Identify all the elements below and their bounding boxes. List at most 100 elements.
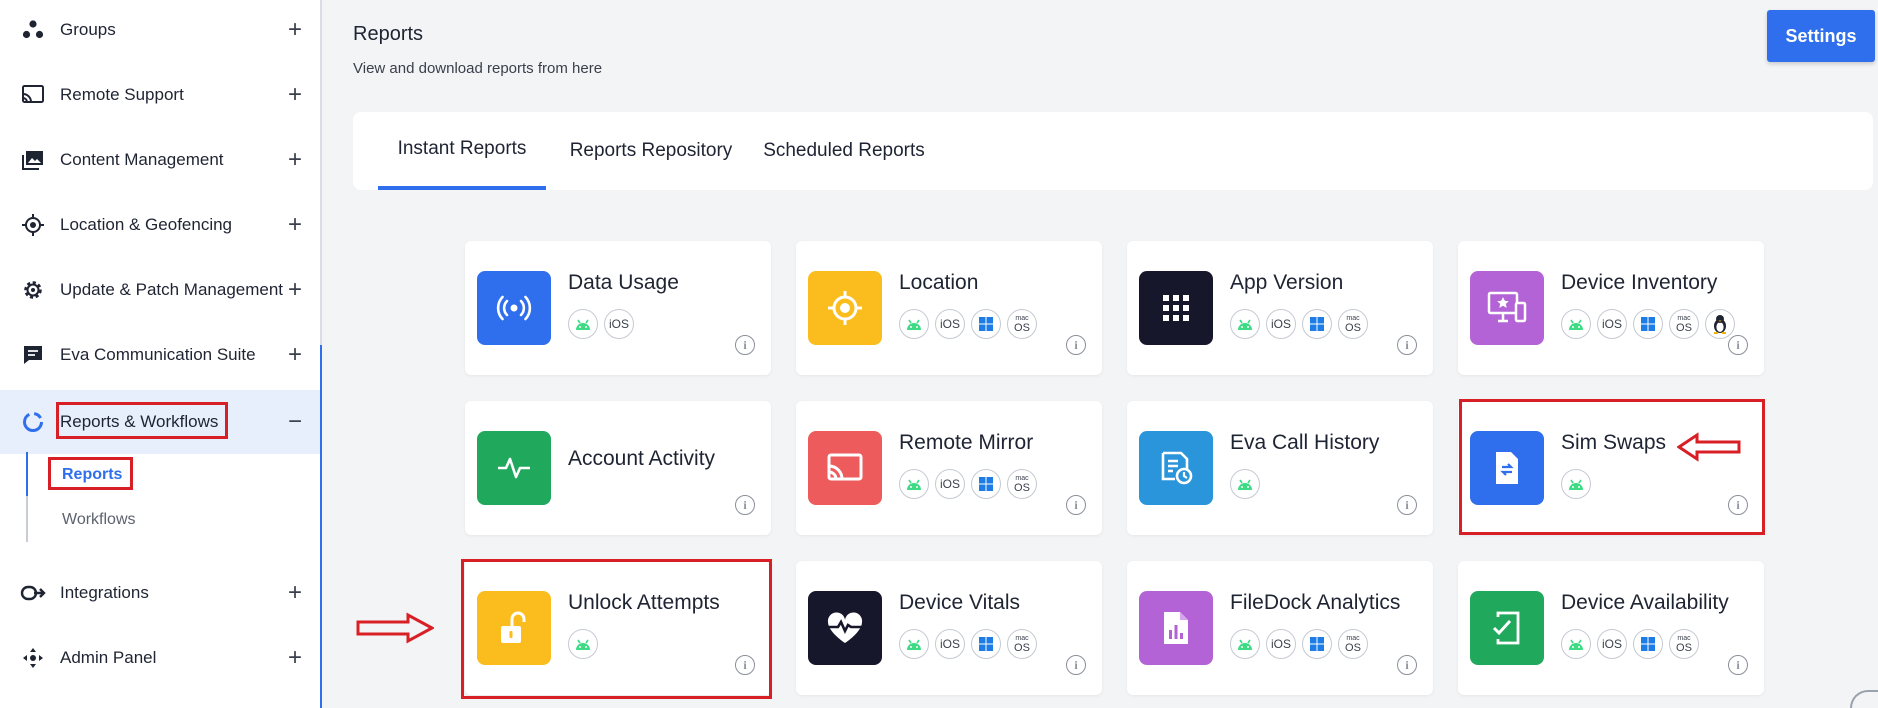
android-icon [576, 639, 590, 650]
sidebar-item-remote-support[interactable]: Remote Support + [0, 66, 320, 124]
expand-icon[interactable]: + [288, 18, 302, 42]
platform-badge-ios: iOS [935, 469, 965, 499]
info-icon[interactable]: i [1728, 655, 1748, 675]
macos-label-top: mac [1015, 474, 1029, 482]
submenu-item-workflows[interactable]: Workflows [62, 511, 136, 529]
platform-badges [568, 629, 598, 659]
expand-icon[interactable]: + [288, 148, 302, 172]
platform-badge-ios: iOS [1597, 629, 1627, 659]
platform-badge-android [1561, 469, 1591, 499]
report-card-account-activity[interactable]: Account Activity i [465, 401, 771, 535]
report-card-device-vitals[interactable]: Device Vitals iOS mac OS i [796, 561, 1102, 695]
platform-badge-android [899, 309, 929, 339]
sidebar-item-location-geofencing[interactable]: Location & Geofencing + [0, 196, 320, 254]
android-icon [907, 639, 921, 650]
android-icon [1569, 639, 1583, 650]
info-icon[interactable]: i [735, 335, 755, 355]
linux-icon [1714, 315, 1726, 334]
report-card-title: Device Vitals [899, 591, 1020, 614]
expand-icon[interactable]: + [288, 83, 302, 107]
sidebar: Groups + Remote Support + Content Manage… [0, 0, 322, 708]
report-card-data-usage[interactable]: Data Usage iOS i [465, 241, 771, 375]
platform-badge-android [1230, 469, 1260, 499]
android-icon [1238, 639, 1252, 650]
platform-badge-android [1230, 629, 1260, 659]
ios-label: iOS [939, 317, 960, 331]
unlock-icon [477, 591, 551, 665]
info-icon[interactable]: i [1728, 495, 1748, 515]
macos-label-bottom: OS [1676, 321, 1692, 334]
expand-icon[interactable]: + [288, 213, 302, 237]
sidebar-item-label: Integrations [60, 583, 149, 602]
file-chart-icon [1139, 591, 1213, 665]
platform-badge-android [899, 469, 929, 499]
expand-icon[interactable]: + [288, 646, 302, 670]
sidebar-item-admin-panel[interactable]: Admin Panel + [0, 629, 320, 687]
expand-icon[interactable]: + [288, 581, 302, 605]
sidebar-item-content-management[interactable]: Content Management + [0, 131, 320, 189]
platform-badge-ios: iOS [935, 309, 965, 339]
info-icon[interactable]: i [1397, 655, 1417, 675]
page-title: Reports [353, 23, 424, 45]
tab-instant-reports[interactable]: Instant Reports [378, 112, 546, 190]
platform-badge-windows [1302, 309, 1332, 339]
sidebar-item-label: Location & Geofencing [60, 215, 233, 234]
active-indicator [26, 452, 28, 496]
sidebar-item-integrations[interactable]: Integrations + [0, 564, 320, 622]
info-icon[interactable]: i [1397, 335, 1417, 355]
heartbeat-icon [808, 591, 882, 665]
report-card-app-version[interactable]: App Version iOS mac OS i [1127, 241, 1433, 375]
sidebar-item-reports-workflows[interactable]: Reports & Workflows − [0, 390, 320, 454]
info-icon[interactable]: i [735, 495, 755, 515]
report-card-title: Device Availability [1561, 591, 1729, 614]
platform-badge-windows [1633, 629, 1663, 659]
info-icon[interactable]: i [735, 655, 755, 675]
report-card-filedock-analytics[interactable]: FileDock Analytics iOS mac OS i [1127, 561, 1433, 695]
windows-icon [979, 637, 993, 651]
windows-icon [1310, 317, 1324, 331]
report-card-device-availability[interactable]: Device Availability iOS mac OS i [1458, 561, 1764, 695]
platform-badges: iOS [568, 309, 634, 339]
expand-icon[interactable]: + [288, 278, 302, 302]
macos-label-bottom: OS [1345, 321, 1361, 334]
info-icon[interactable]: i [1066, 655, 1086, 675]
report-card-sim-swaps[interactable]: Sim Swaps i [1458, 401, 1764, 535]
platform-badge-macos: mac OS [1007, 629, 1037, 659]
info-icon[interactable]: i [1728, 335, 1748, 355]
expand-icon[interactable]: + [288, 343, 302, 367]
windows-icon [979, 477, 993, 491]
report-card-eva-call-history[interactable]: Eva Call History i [1127, 401, 1433, 535]
sidebar-item-groups[interactable]: Groups + [0, 1, 320, 59]
report-card-device-inventory[interactable]: Device Inventory iOS mac OS i [1458, 241, 1764, 375]
android-icon [1238, 479, 1252, 490]
info-icon[interactable]: i [1397, 495, 1417, 515]
sidebar-item-update-patch[interactable]: Update & Patch Management + [0, 261, 320, 319]
settings-button[interactable]: Settings [1767, 10, 1875, 62]
platform-badge-macos: mac OS [1669, 309, 1699, 339]
tab-reports-repository[interactable]: Reports Repository [562, 112, 740, 190]
tab-scheduled-reports[interactable]: Scheduled Reports [758, 112, 930, 190]
platform-badges: iOS mac OS [1230, 309, 1368, 339]
platform-badge-android [1561, 309, 1591, 339]
info-icon[interactable]: i [1066, 335, 1086, 355]
platform-badge-macos: mac OS [1338, 629, 1368, 659]
page-subtitle: View and download reports from here [353, 60, 603, 77]
groups-icon [20, 17, 46, 43]
platform-badges: iOS mac OS [1561, 629, 1699, 659]
platform-badge-macos: mac OS [1007, 469, 1037, 499]
macos-label-bottom: OS [1014, 641, 1030, 654]
report-card-location[interactable]: Location iOS mac OS i [796, 241, 1102, 375]
report-card-title: Unlock Attempts [568, 591, 720, 614]
crosshair-icon [808, 271, 882, 345]
report-card-title: Remote Mirror [899, 431, 1034, 454]
sidebar-item-eva-communication[interactable]: Eva Communication Suite + [0, 326, 320, 384]
info-icon[interactable]: i [1066, 495, 1086, 515]
macos-label-top: mac [1346, 314, 1360, 322]
ios-label: iOS [1270, 637, 1291, 651]
ios-label: iOS [1270, 317, 1291, 331]
report-card-remote-mirror[interactable]: Remote Mirror iOS mac OS i [796, 401, 1102, 535]
platform-badge-macos: mac OS [1338, 309, 1368, 339]
report-card-unlock-attempts[interactable]: Unlock Attempts i [465, 561, 771, 695]
submenu-item-reports[interactable]: Reports [62, 466, 122, 484]
collapse-icon[interactable]: − [288, 410, 302, 434]
